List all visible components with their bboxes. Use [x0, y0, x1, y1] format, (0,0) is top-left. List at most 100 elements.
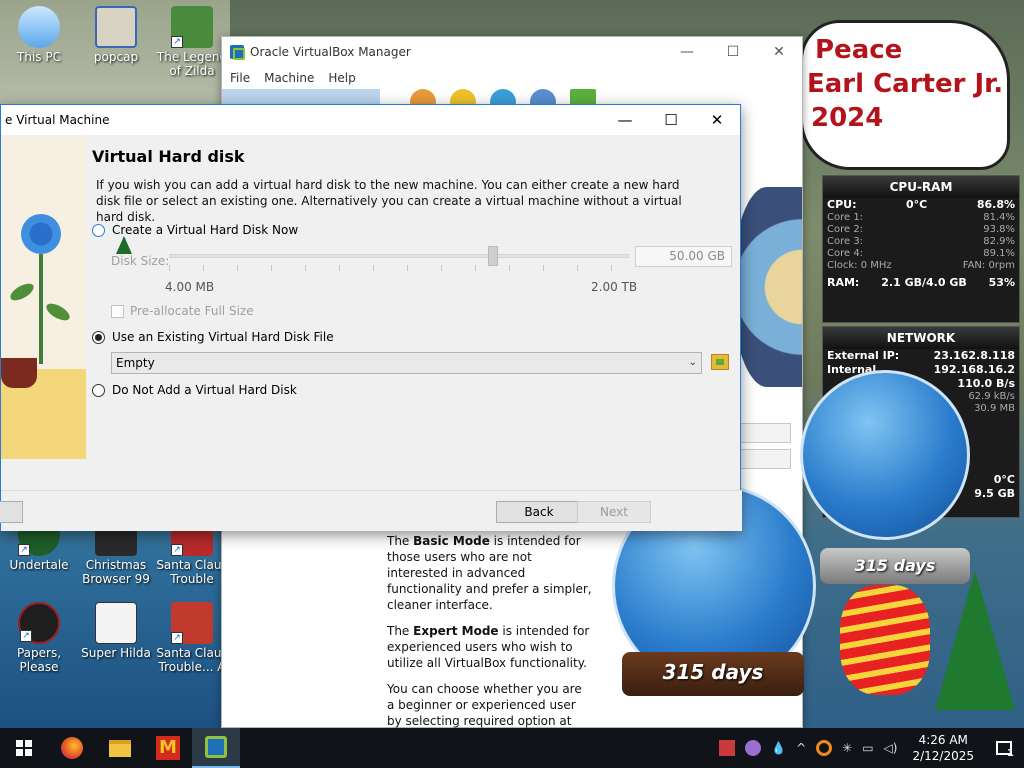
chevron-up-icon[interactable]: ^ — [796, 741, 806, 755]
radio-existing-disk[interactable]: Use an Existing Virtual Hard Disk File — [92, 330, 334, 344]
wizard-illustration — [1, 136, 86, 459]
rate-value: 30.9 MB — [974, 403, 1015, 414]
slider-min-label: 4.00 MB — [165, 280, 215, 294]
disk-size-input[interactable]: 50.00 GB — [635, 246, 732, 267]
preallocate-checkbox[interactable]: Pre-allocate Full Size — [111, 304, 254, 318]
tray-app-icon[interactable] — [745, 740, 762, 756]
slider-max-label: 2.00 TB — [591, 280, 638, 294]
radio-label: Do Not Add a Virtual Hard Disk — [112, 383, 297, 397]
virtualbox-logo-icon — [230, 45, 245, 60]
maximize-icon[interactable]: ☐ — [648, 105, 694, 135]
notification-count: 1 — [1007, 748, 1014, 759]
desktop-icon-label: Santa Claus Trouble... A — [156, 646, 228, 674]
radio-no-disk[interactable]: Do Not Add a Virtual Hard Disk — [92, 383, 297, 397]
desktop-icon-label: Papers, Please — [16, 646, 62, 674]
desktop-icon-santa-claus-trouble-a[interactable]: ↗ Santa Claus Trouble... A — [156, 602, 228, 674]
ram-row: RAM: 2.1 GB/4.0 GB 53% — [823, 276, 1019, 290]
system-tray: 💧 ^ ✳ ▭ ◁) 4:26 AM 2/12/2025 1 — [714, 728, 1024, 768]
desktop-icon-super-hilda[interactable]: Super Hilda — [80, 602, 152, 660]
bubble-line: 2024 — [811, 103, 884, 133]
create-vm-dialog[interactable]: e Virtual Machine — ☐ ✕ Virtual Hard dis… — [0, 104, 742, 531]
shortcut-arrow-icon: ↗ — [171, 544, 183, 556]
core-value: 81.4% — [983, 212, 1015, 223]
desktop-icon-popcap[interactable]: popcap — [80, 6, 152, 64]
existing-disk-select[interactable]: Empty ⌄ — [111, 352, 702, 374]
flower-pot-shape — [1, 358, 37, 388]
core-value: 89.1% — [983, 248, 1015, 259]
desktop-icon-papers-please[interactable]: ↗ Papers, Please — [3, 602, 75, 674]
virtualbox-icon — [205, 736, 227, 758]
close-icon[interactable]: ✕ — [756, 37, 802, 67]
desktop-icon-label: Super Hilda — [81, 646, 151, 660]
checkbox[interactable] — [111, 304, 124, 318]
temp-value: 0°C — [993, 473, 1015, 486]
core-value: 93.8% — [983, 224, 1015, 235]
disk-size-slider-ticks — [169, 265, 629, 271]
gadget-title: NETWORK — [823, 327, 1019, 349]
firefox-icon — [61, 737, 83, 759]
minimize-icon[interactable]: — — [602, 105, 648, 135]
snowflake-icon[interactable]: ✳ — [842, 741, 852, 755]
cpu-temp: 0°C — [906, 198, 928, 211]
disk-size-slider-thumb[interactable] — [488, 246, 498, 266]
expert-mode-button[interactable] — [0, 501, 23, 523]
droplet-icon[interactable]: 💧 — [771, 741, 786, 755]
menu-machine[interactable]: Machine — [264, 71, 314, 85]
desktop-icon-label: popcap — [93, 50, 139, 64]
leaf-shape — [43, 300, 73, 324]
cpu-ram-gadget[interactable]: CPU-RAM CPU: 0°C 86.8% Core 1: 81.4% Core… — [822, 175, 1020, 323]
taskbar-mcdonalds[interactable]: M — [144, 728, 192, 768]
mode-button-placeholder[interactable] — [737, 449, 791, 469]
taskbar-virtualbox[interactable] — [192, 728, 240, 768]
dialog-footer: Back Next — [0, 490, 742, 531]
computer-icon — [18, 6, 60, 48]
mode-button-placeholder[interactable] — [737, 423, 791, 443]
start-button[interactable] — [0, 728, 48, 768]
menu-file[interactable]: File — [230, 71, 250, 85]
chevron-down-icon[interactable]: ⌄ — [689, 353, 697, 373]
menu-help[interactable]: Help — [328, 71, 355, 85]
desktop-icon-legend-of-zilda[interactable]: ↗ The Legend of Zilda — [156, 6, 228, 78]
folder-icon — [109, 739, 131, 757]
external-ip-value: 23.162.8.118 — [933, 349, 1015, 362]
spiral-decoration — [840, 585, 930, 695]
core-row: Core 3: 82.9% — [823, 236, 1019, 248]
taskbar-file-explorer[interactable] — [96, 728, 144, 768]
disk-size-label: Disk Size: — [111, 254, 170, 268]
flower-icon — [21, 214, 61, 254]
radio-create-disk[interactable]: Create a Virtual Hard Disk Now — [92, 223, 298, 237]
game-icon: ↗ — [18, 602, 60, 644]
basic-mode-paragraph: The Basic Mode is intended for those use… — [387, 534, 592, 612]
core-row: Core 2: 93.8% — [823, 224, 1019, 236]
radio-button[interactable] — [92, 223, 105, 237]
notifications-button[interactable]: 1 — [984, 728, 1024, 768]
core-row: Core 4: 89.1% — [823, 248, 1019, 260]
maximize-icon[interactable]: ☐ — [710, 37, 756, 67]
taskbar-firefox[interactable] — [48, 728, 96, 768]
leaf-shape — [7, 280, 37, 304]
network-icon[interactable]: ▭ — [862, 741, 873, 755]
desktop-icon-this-pc[interactable]: This PC — [3, 6, 75, 64]
bubble-line: Peace — [815, 35, 903, 65]
minimize-icon[interactable]: — — [664, 37, 710, 67]
fan-value: FAN: 0rpm — [962, 260, 1015, 271]
folder-icon — [95, 6, 137, 48]
page-heading: Virtual Hard disk — [92, 147, 245, 166]
tray-app-icon[interactable] — [719, 740, 736, 756]
search-tray-icon[interactable] — [816, 740, 833, 756]
back-button[interactable]: Back — [496, 501, 582, 523]
volume-icon[interactable]: ◁) — [884, 741, 898, 755]
next-button[interactable]: Next — [577, 501, 651, 523]
close-icon[interactable]: ✕ — [694, 105, 740, 135]
radio-button[interactable] — [92, 330, 105, 344]
radio-button[interactable] — [92, 383, 105, 397]
game-icon: ↗ — [171, 602, 213, 644]
shortcut-arrow-icon: ↗ — [20, 630, 32, 642]
mcdonalds-icon: M — [156, 736, 180, 760]
taskbar-clock[interactable]: 4:26 AM 2/12/2025 — [912, 732, 974, 764]
cpu-label: CPU: — [827, 198, 857, 211]
core-label: Core 4: — [827, 248, 864, 259]
internal-ip-value: 192.168.16.2 — [933, 363, 1015, 376]
clock-row: Clock: 0 MHz FAN: 0rpm — [823, 260, 1019, 272]
choose-disk-folder-icon[interactable] — [711, 354, 729, 370]
